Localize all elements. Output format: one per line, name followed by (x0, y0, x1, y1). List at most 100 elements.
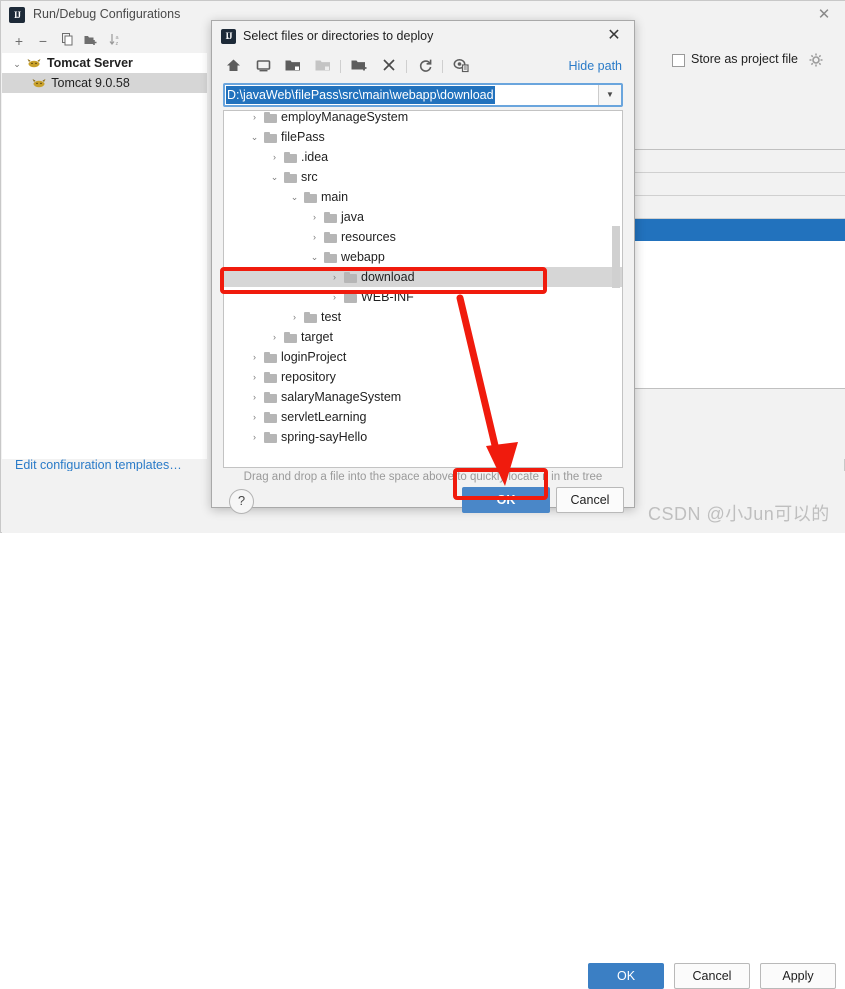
file-tree-row-label: .idea (301, 150, 329, 164)
show-hidden-icon[interactable] (450, 55, 472, 77)
copy-configuration-button[interactable] (58, 32, 76, 50)
file-tree-row[interactable]: › servletLearning (224, 407, 622, 427)
chevron-down-icon[interactable]: ⌄ (288, 187, 301, 207)
configurations-toolbar: + − az (2, 29, 207, 53)
background-ok-button[interactable]: OK (588, 963, 664, 989)
file-tree-row-label: src (301, 170, 318, 184)
desktop-icon[interactable] (252, 55, 274, 77)
folder-icon (284, 332, 297, 343)
toolbar-divider (442, 60, 443, 73)
gear-icon[interactable] (809, 53, 823, 67)
toolbar-divider (406, 60, 407, 73)
intellij-idea-icon: IJ (221, 29, 236, 44)
chevron-right-icon[interactable]: › (248, 427, 261, 447)
chevron-right-icon[interactable]: › (328, 267, 341, 287)
file-tree-row[interactable]: › java (224, 207, 622, 227)
file-chooser-titlebar: IJ Select files or directories to deploy… (212, 21, 634, 51)
tomcat-icon (32, 75, 46, 88)
chevron-right-icon[interactable]: › (268, 147, 281, 167)
ok-button[interactable]: OK (462, 487, 550, 513)
background-apply-button[interactable]: Apply (760, 963, 836, 989)
chevron-right-icon[interactable]: › (308, 207, 321, 227)
chevron-down-icon[interactable]: ⌄ (268, 167, 281, 187)
folder-icon (264, 132, 277, 143)
path-input-field[interactable]: D:\javaWeb\filePass\src\main\webapp\down… (223, 83, 623, 107)
file-tree-row[interactable]: › employManageSystem (224, 110, 622, 127)
file-tree-row[interactable]: › repository (224, 367, 622, 387)
folder-icon (264, 412, 277, 423)
file-tree-scrollbar[interactable] (612, 226, 620, 288)
file-tree-row-label: employManageSystem (281, 110, 409, 124)
delete-icon[interactable] (378, 55, 400, 77)
file-tree-row[interactable]: › spring-sayHello (224, 427, 622, 447)
configurations-left-panel: + − az ⌄ Tomcat Server Tomcat 9.0.58 (2, 29, 208, 459)
intellij-idea-icon: IJ (9, 7, 25, 23)
file-tree-row-label: test (321, 310, 342, 324)
chevron-right-icon[interactable]: › (328, 287, 341, 307)
file-tree-row[interactable]: › target (224, 327, 622, 347)
edit-configuration-templates-link[interactable]: Edit configuration templates… (15, 458, 182, 472)
chevron-right-icon[interactable]: › (248, 111, 261, 127)
project-folder-icon[interactable] (282, 55, 304, 77)
toolbar-divider (340, 60, 341, 73)
cancel-button[interactable]: Cancel (556, 487, 624, 513)
new-folder-icon[interactable] (348, 55, 370, 77)
file-tree-row-label: salaryManageSystem (281, 390, 402, 404)
svg-text:z: z (115, 41, 118, 46)
chevron-right-icon[interactable]: › (288, 307, 301, 327)
sort-configurations-button[interactable]: az (106, 32, 124, 50)
chevron-down-icon[interactable]: ⌄ (308, 247, 321, 267)
add-configuration-button[interactable]: + (10, 32, 28, 50)
folder-icon (344, 292, 357, 303)
home-icon[interactable] (222, 55, 244, 77)
file-tree-row[interactable]: ⌄ src (224, 167, 622, 187)
chevron-right-icon[interactable]: › (248, 347, 261, 367)
file-tree-row[interactable]: › test (224, 307, 622, 327)
config-tree-node-tomcat-server[interactable]: ⌄ Tomcat Server (2, 53, 207, 73)
file-chooser-toolbar: Hide path (212, 51, 634, 81)
folder-icon (264, 352, 277, 363)
module-folder-icon[interactable] (312, 55, 334, 77)
tomcat-icon (27, 55, 41, 68)
chevron-right-icon[interactable]: › (248, 367, 261, 387)
run-debug-title: Run/Debug Configurations (33, 7, 181, 21)
close-icon[interactable]: ✕ (816, 7, 832, 23)
folder-icon (324, 212, 337, 223)
refresh-icon[interactable] (414, 55, 436, 77)
chevron-down-icon[interactable]: ⌄ (248, 127, 261, 147)
folder-icon (264, 392, 277, 403)
folder-icon (324, 232, 337, 243)
file-tree-row-label: filePass (281, 130, 325, 144)
folder-icon (304, 192, 317, 203)
help-button[interactable]: ? (229, 489, 254, 514)
file-tree-row[interactable]: › download (224, 267, 622, 287)
chevron-right-icon[interactable]: › (308, 227, 321, 247)
file-tree-row[interactable]: ⌄ main (224, 187, 622, 207)
background-cancel-button[interactable]: Cancel (674, 963, 750, 989)
file-tree-row[interactable]: › resources (224, 227, 622, 247)
file-tree-row[interactable]: ⌄ webapp (224, 247, 622, 267)
file-tree-row[interactable]: › .idea (224, 147, 622, 167)
remove-configuration-button[interactable]: − (34, 32, 52, 50)
chevron-right-icon[interactable]: › (248, 407, 261, 427)
file-tree-row-label: spring-sayHello (281, 430, 368, 444)
file-tree-row[interactable]: › salaryManageSystem (224, 387, 622, 407)
hide-path-link[interactable]: Hide path (568, 59, 622, 73)
store-as-project-file-label: Store as project file (691, 52, 798, 66)
add-folder-button[interactable] (82, 32, 100, 50)
config-node-label: Tomcat Server (46, 56, 133, 70)
file-tree-row[interactable]: › WEB-INF (224, 287, 622, 307)
file-tree-row-label: resources (341, 230, 396, 244)
chevron-right-icon[interactable]: › (248, 387, 261, 407)
chevron-down-icon[interactable]: ▼ (598, 85, 621, 105)
close-icon[interactable]: ✕ (606, 28, 622, 44)
chevron-down-icon[interactable]: ⌄ (10, 54, 24, 74)
file-tree-row-label: servletLearning (281, 410, 367, 424)
folder-icon (264, 432, 277, 443)
chevron-right-icon[interactable]: › (268, 327, 281, 347)
file-tree-row[interactable]: ⌄ filePass (224, 127, 622, 147)
config-tree-node-tomcat-9058[interactable]: Tomcat 9.0.58 (2, 73, 207, 93)
file-tree-row[interactable]: › loginProject (224, 347, 622, 367)
store-as-project-file-checkbox[interactable] (672, 54, 685, 67)
file-tree[interactable]: › employManageSystem ⌄ filePass › .idea ⌄ src ⌄ m… (223, 110, 623, 468)
